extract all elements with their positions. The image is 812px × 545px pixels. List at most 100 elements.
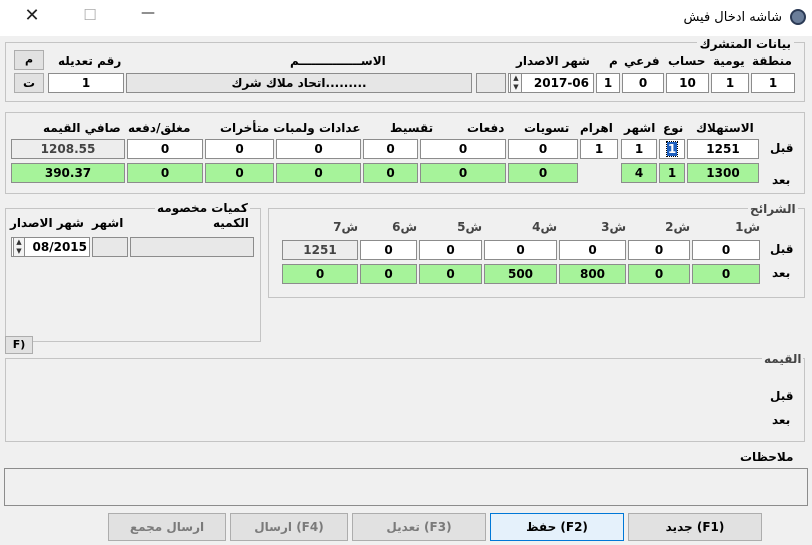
dofaat-before[interactable]: 0 <box>420 139 506 159</box>
slice-header-2: ش2 <box>665 220 690 234</box>
moglak-before[interactable]: 0 <box>127 139 203 159</box>
hesab-field[interactable]: 10 <box>666 73 709 93</box>
m-button[interactable]: م <box>14 50 44 70</box>
edit-no-field[interactable]: 1 <box>48 73 124 93</box>
slice-after-3[interactable]: 800 <box>559 264 626 284</box>
taswiyat-header: تسويات <box>524 121 570 135</box>
slice-header-7: ش7 <box>333 220 358 234</box>
m-field[interactable]: 1 <box>596 73 620 93</box>
notes-label: ملاحظات <box>740 450 794 464</box>
value-before-label: قبل <box>770 389 794 403</box>
months-before[interactable]: 1 <box>621 139 657 159</box>
slice-after-4[interactable]: 500 <box>484 264 557 284</box>
istehlak-before[interactable]: 1251 <box>687 139 759 159</box>
slice-header-6: ش6 <box>392 220 417 234</box>
moglak-after[interactable]: 0 <box>127 163 203 183</box>
safi-after: 390.37 <box>11 163 125 183</box>
deducted-issue-month-label: شهر الاصدار <box>10 216 84 230</box>
issue-month-label: شهر الاصدار <box>516 54 590 68</box>
slice-header-3: ش3 <box>601 220 626 234</box>
type-before[interactable]: 1 <box>659 139 685 159</box>
mantika-label: منطقة <box>752 54 792 68</box>
addadat-before[interactable]: 0 <box>276 139 361 159</box>
taqseet-after[interactable]: 0 <box>363 163 418 183</box>
slices-after-label: بعد <box>772 266 791 280</box>
send-button[interactable]: ارسال (F4) <box>230 513 348 541</box>
safi-before: 1208.55 <box>11 139 125 159</box>
slice-header-1: ش1 <box>735 220 760 234</box>
slices-before-label: قبل <box>770 242 794 256</box>
ahram-header: اهرام <box>580 121 613 135</box>
mantika-field[interactable]: 1 <box>751 73 795 93</box>
ahram-before[interactable]: 1 <box>580 139 618 159</box>
type-after[interactable]: 1 <box>659 163 685 183</box>
fara-label: فرعي <box>624 54 660 68</box>
blank-field <box>476 73 506 93</box>
value-title: القيمه <box>762 352 804 366</box>
moglak-header: مغلق/دفعه <box>128 121 191 135</box>
slice-before-6[interactable]: 0 <box>360 240 417 260</box>
months-after[interactable]: 4 <box>621 163 657 183</box>
slice-after-1[interactable]: 0 <box>692 264 760 284</box>
taqseet-before[interactable]: 0 <box>363 139 418 159</box>
addadat-after[interactable]: 0 <box>276 163 361 183</box>
taswiyat-after[interactable]: 0 <box>508 163 578 183</box>
type-header: نوع <box>663 121 684 135</box>
addadat-header: عدادات ولمبات متأخرات <box>220 121 361 135</box>
slice-after-6[interactable]: 0 <box>360 264 417 284</box>
taqseet-header: تقسيط <box>390 121 434 135</box>
months-header: اشهر <box>624 121 656 135</box>
close-icon[interactable]: ✕ <box>22 5 42 26</box>
slice-after-2[interactable]: 0 <box>628 264 690 284</box>
deducted-qty-field[interactable] <box>130 237 254 257</box>
m-label: م <box>609 54 618 68</box>
edit-button[interactable]: تعديل (F3) <box>352 513 486 541</box>
minimize-icon[interactable]: — <box>138 5 158 21</box>
subscriber-section-title: بيانات المتشرك <box>696 37 794 51</box>
issue-month-spinner[interactable]: ▲ ▼ <box>510 73 522 93</box>
name-field: اتحاد ملاك شرك......... <box>126 73 472 93</box>
slice-after-5[interactable]: 0 <box>419 264 482 284</box>
consumption-after-label: بعد <box>772 173 791 187</box>
slice-after-7[interactable]: 0 <box>282 264 358 284</box>
yawmia-label: يومية <box>713 54 745 68</box>
deducted-issue-month-spinner[interactable]: ▲ ▼ <box>13 237 25 257</box>
istehlak-header: الاستهلاك <box>696 121 754 135</box>
moglak-after-2[interactable]: 0 <box>205 163 274 183</box>
f-button[interactable]: F) <box>5 336 33 354</box>
slice-before-4[interactable]: 0 <box>484 240 557 260</box>
notes-field[interactable] <box>4 468 808 506</box>
qty-label: الكميه <box>213 216 249 230</box>
app-icon <box>790 9 806 25</box>
t-button[interactable]: ت <box>14 73 44 93</box>
moglak-before-2[interactable]: 0 <box>205 139 274 159</box>
name-label: الاســـــــــــــــم <box>290 54 386 68</box>
consumption-before-label: قبل <box>770 141 794 155</box>
deducted-title: كميات مخصومه <box>155 201 250 215</box>
slice-header-5: ش5 <box>457 220 482 234</box>
fara-field[interactable]: 0 <box>622 73 664 93</box>
dofaat-header: دفعات <box>467 121 505 135</box>
slice-before-2[interactable]: 0 <box>628 240 690 260</box>
slice-before-7[interactable]: 1251 <box>282 240 358 260</box>
yawmia-field[interactable]: 1 <box>711 73 749 93</box>
slice-before-5[interactable]: 0 <box>419 240 482 260</box>
maximize-icon[interactable]: ☐ <box>80 6 100 24</box>
slice-before-1[interactable]: 0 <box>692 240 760 260</box>
edit-no-label: رقم تعديله <box>58 54 122 68</box>
hesab-label: حساب <box>668 54 706 68</box>
dofaat-after[interactable]: 0 <box>420 163 506 183</box>
slice-before-3[interactable]: 0 <box>559 240 626 260</box>
deducted-months-label: اشهر <box>92 216 124 230</box>
istehlak-after[interactable]: 1300 <box>687 163 759 183</box>
subscriber-section <box>5 42 805 102</box>
new-button[interactable]: جديد (F1) <box>628 513 762 541</box>
save-button[interactable]: حفظ (F2) <box>490 513 624 541</box>
value-after-label: بعد <box>772 413 791 427</box>
taswiyat-before[interactable]: 0 <box>508 139 578 159</box>
send-all-button[interactable]: ارسال مجمع <box>108 513 226 541</box>
deducted-months-field[interactable] <box>92 237 128 257</box>
safi-header: صافي القيمه <box>43 121 121 135</box>
window-title: شاشه ادخال فيش <box>683 10 782 25</box>
slice-header-4: ش4 <box>532 220 557 234</box>
